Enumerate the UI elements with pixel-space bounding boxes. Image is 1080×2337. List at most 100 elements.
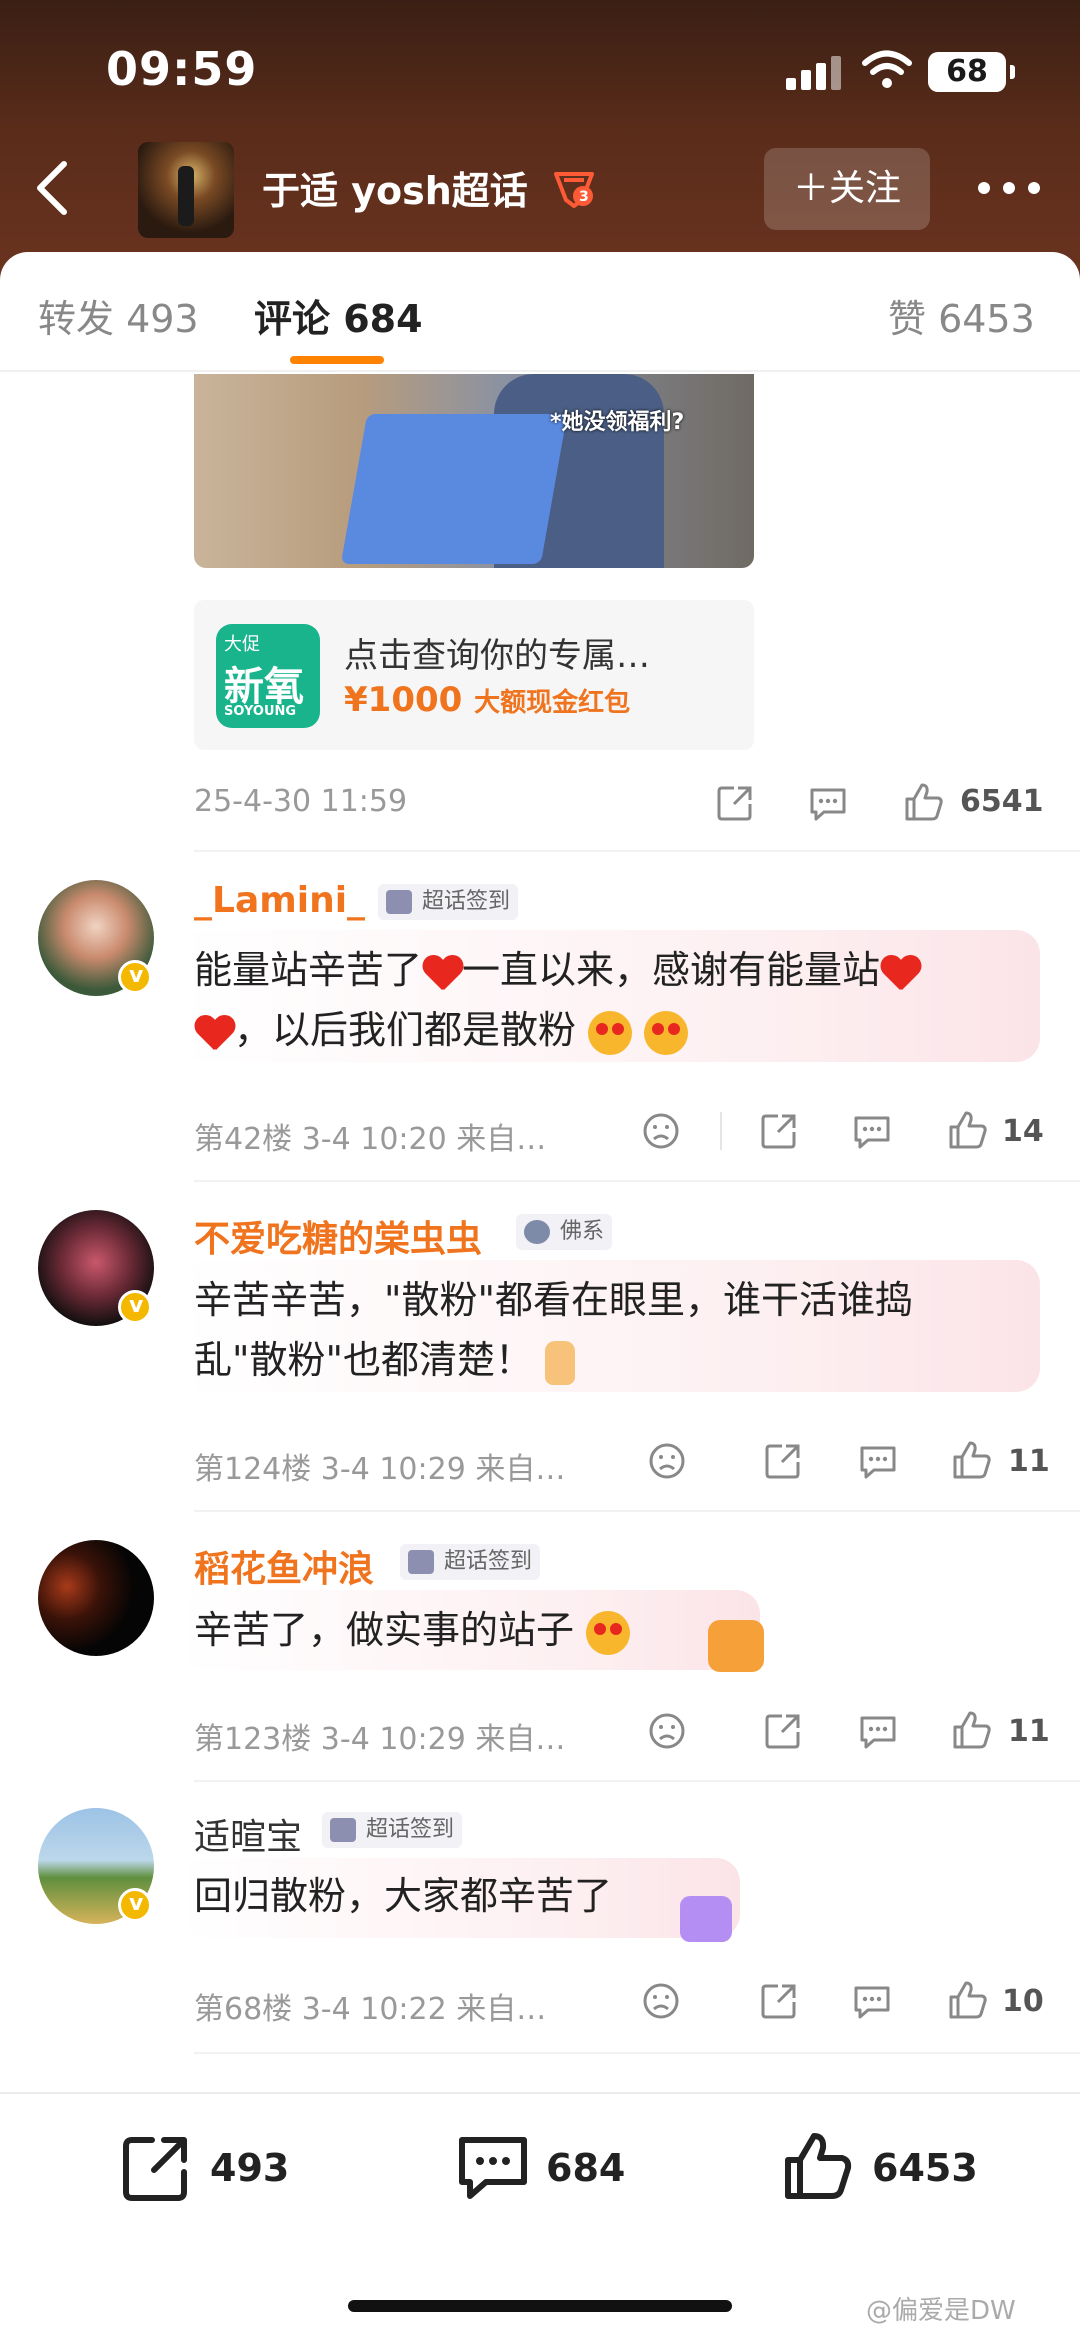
follow-button[interactable]: ＋关注: [764, 148, 930, 230]
post-like-count: 6541: [960, 784, 1044, 819]
heart-emoji-icon: [422, 956, 462, 990]
comment-text-part: 能量站辛苦了: [194, 948, 423, 992]
comment-meta: 第124楼 3-4 10:29 来自…: [194, 1452, 566, 1487]
tag-label: 超话签到: [422, 889, 511, 914]
tab-reposts[interactable]: 转发 493: [38, 288, 199, 343]
heart-emoji-icon: [194, 1016, 234, 1050]
commenter-name[interactable]: 稻花鱼冲浪: [194, 1540, 374, 1592]
repost-icon[interactable]: [120, 2134, 192, 2204]
back-button[interactable]: [24, 152, 80, 224]
topic-avatar[interactable]: [138, 142, 234, 238]
like-icon[interactable]: [952, 1710, 992, 1750]
comment-like-count: 10: [1002, 1984, 1044, 2019]
ad-card[interactable]: 大促 新氧 SOYOUNG 点击查询你的专属… ¥1000 大额现金红包: [194, 600, 754, 750]
comment-meta: 第42楼 3-4 10:20 来自…: [194, 1122, 547, 1157]
dislike-face-icon[interactable]: [648, 1712, 686, 1750]
wifi-icon: [862, 50, 912, 88]
comment-text-part: 一直以来，感谢有能量站: [462, 948, 881, 992]
tab-divider: [0, 370, 1080, 372]
super-topic-checkin-tag: 超话签到: [378, 884, 519, 920]
share-icon[interactable]: [760, 1112, 798, 1150]
watermark: @偏爱是DW: [866, 2296, 1016, 2326]
divider: [194, 1180, 1080, 1182]
avatar[interactable]: [38, 1540, 154, 1656]
battery-indicator: 68: [928, 52, 1015, 92]
red-envelope-icon: [708, 1620, 764, 1672]
dislike-face-icon[interactable]: [648, 1442, 686, 1480]
cellular-signal-icon: [786, 56, 842, 90]
logo-line-3: SOYOUNG: [224, 704, 297, 719]
page-title[interactable]: 于适 yosh超话: [262, 160, 528, 215]
comment-icon[interactable]: [852, 1984, 892, 2020]
thumbs-up-emoji-icon: [545, 1340, 576, 1385]
like-count[interactable]: 6453: [872, 2146, 978, 2190]
checkin-icon: [386, 890, 412, 914]
comment-count[interactable]: 684: [546, 2146, 625, 2190]
like-icon[interactable]: [948, 1110, 988, 1150]
post-image[interactable]: *她没领福利?: [194, 374, 754, 568]
ad-title: 点击查询你的专属…: [344, 636, 650, 676]
divider: [194, 1780, 1080, 1782]
status-time: 09:59: [106, 42, 258, 96]
dislike-face-icon[interactable]: [642, 1112, 680, 1150]
like-icon[interactable]: [952, 1440, 992, 1480]
share-icon[interactable]: [716, 784, 754, 822]
divider: [194, 2052, 1080, 2054]
repost-count[interactable]: 493: [210, 2146, 289, 2190]
commenter-name[interactable]: 不爱吃糖的棠虫虫: [194, 1210, 482, 1262]
comment-icon[interactable]: [852, 1114, 892, 1150]
comment-text-part: ，以后我们都是散粉: [234, 1008, 577, 1052]
comment-bubble-icon[interactable]: [456, 2134, 530, 2204]
svg-text:3: 3: [579, 189, 589, 205]
love-face-emoji-icon: [588, 1010, 633, 1055]
ad-price-value: ¥1000: [344, 680, 463, 720]
commenter-name[interactable]: 适暄宝: [194, 1808, 302, 1860]
super-topic-checkin-tag: 超话签到: [322, 1812, 463, 1848]
comment-text: 能量站辛苦了 一直以来，感谢有能量站 ，以后我们都是散粉: [194, 940, 1054, 1060]
comment-text-part: 乱"散粉"也都清楚！: [194, 1338, 533, 1382]
share-icon[interactable]: [764, 1712, 802, 1750]
share-icon[interactable]: [760, 1982, 798, 2020]
thumbs-up-icon[interactable]: [782, 2130, 854, 2202]
tab-likes[interactable]: 赞 6453: [888, 288, 1035, 343]
verified-badge-icon: [118, 1290, 152, 1324]
like-icon[interactable]: [904, 782, 944, 822]
comment-text: 辛苦辛苦，"散粉"都看在眼里，谁干活谁捣 乱"散粉"也都清楚！: [194, 1270, 1054, 1390]
like-icon[interactable]: [948, 1980, 988, 2020]
verified-badge-icon: [118, 960, 152, 994]
active-tab-indicator: [290, 356, 384, 364]
super-topic-checkin-tag: 超话签到: [400, 1544, 541, 1580]
comment-icon[interactable]: [808, 786, 848, 822]
image-folder: [340, 414, 568, 564]
divider: [194, 850, 1080, 852]
dislike-face-icon[interactable]: [642, 1982, 680, 2020]
comment-like-count: 14: [1002, 1114, 1044, 1149]
love-face-emoji-icon: [644, 1010, 689, 1055]
tag-label: 超话签到: [444, 1549, 533, 1574]
comment-like-count: 11: [1008, 1444, 1050, 1479]
tag-label: 超话签到: [366, 1817, 455, 1842]
soyoung-logo: 大促 新氧 SOYOUNG: [216, 624, 320, 728]
tag-label: 佛系: [560, 1219, 605, 1244]
share-icon[interactable]: [764, 1442, 802, 1480]
ad-price: ¥1000 大额现金红包: [344, 680, 630, 720]
level-badge-icon: 3: [554, 172, 594, 208]
comment-meta: 第123楼 3-4 10:29 来自…: [194, 1722, 566, 1757]
comment-meta: 第68楼 3-4 10:22 来自…: [194, 1992, 547, 2027]
meta-separator: [720, 1112, 722, 1150]
comment-text: 回归散粉，大家都辛苦了: [194, 1874, 613, 1918]
comment-text-part: 辛苦了，做实事的站子: [194, 1608, 575, 1652]
comment-icon[interactable]: [858, 1714, 898, 1750]
comment-icon[interactable]: [858, 1444, 898, 1480]
home-indicator: [348, 2300, 732, 2312]
ad-price-suffix: 大额现金红包: [474, 688, 631, 718]
heart-eyes-emoji-icon: [586, 1610, 631, 1655]
divider: [194, 1510, 1080, 1512]
checkin-icon: [408, 1550, 434, 1574]
diamond-gift-icon: [680, 1896, 732, 1942]
comment-like-count: 11: [1008, 1714, 1050, 1749]
more-options-button[interactable]: [972, 160, 1046, 216]
tab-comments[interactable]: 评论 684: [254, 288, 423, 343]
post-timestamp: 25-4-30 11:59: [194, 784, 408, 819]
commenter-name[interactable]: _Lamini_: [194, 880, 365, 921]
